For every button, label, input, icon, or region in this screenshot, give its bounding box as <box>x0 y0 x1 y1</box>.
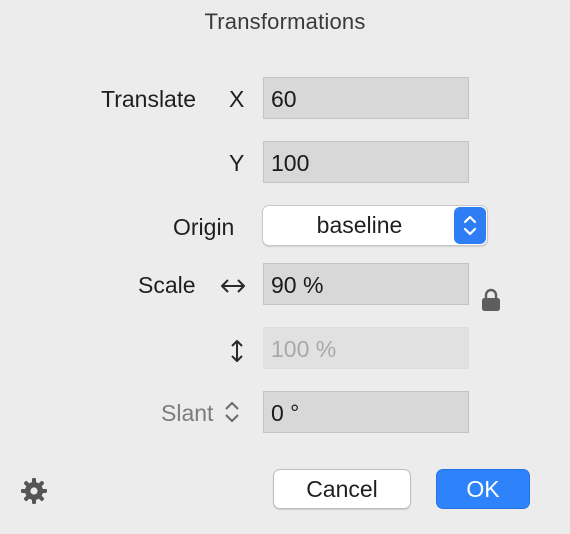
scale-vertical-field: 100 % <box>263 327 469 369</box>
horizontal-arrows-icon <box>219 276 247 301</box>
cancel-button[interactable]: Cancel <box>273 469 411 509</box>
ok-button[interactable]: OK <box>436 469 530 509</box>
translate-x-label: X <box>229 86 245 112</box>
scale-label: Scale <box>138 272 196 298</box>
translate-y-field[interactable]: 100 <box>263 141 469 183</box>
lock-icon[interactable] <box>481 288 501 317</box>
origin-select[interactable]: baseline <box>262 205 488 246</box>
up-down-chevron-icon[interactable] <box>222 399 242 430</box>
translate-x-field[interactable]: 60 <box>263 77 469 119</box>
dialog-title: Transformations <box>204 9 366 34</box>
translate-label: Translate <box>101 86 197 112</box>
vertical-arrows-icon <box>228 338 246 369</box>
slant-label: Slant <box>161 400 214 426</box>
gear-icon[interactable] <box>20 477 48 510</box>
scale-horizontal-field[interactable]: 90 % <box>263 263 469 305</box>
translate-y-label: Y <box>229 150 245 176</box>
select-stepper-icon <box>454 207 486 244</box>
origin-selected-value: baseline <box>316 212 403 238</box>
slant-field[interactable]: 0 ° <box>263 391 469 433</box>
origin-label: Origin <box>173 214 235 240</box>
